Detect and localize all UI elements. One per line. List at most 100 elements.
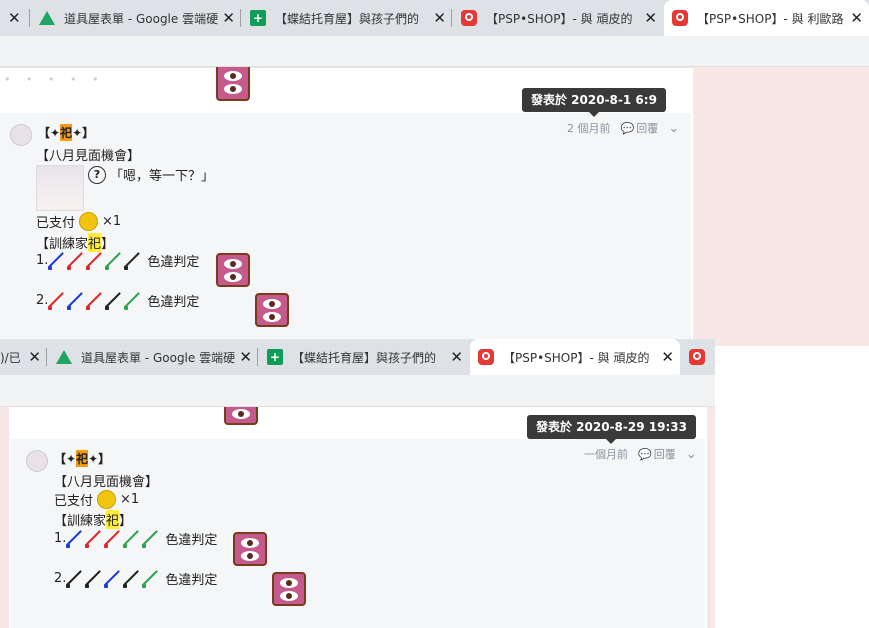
paid-count: ×1	[102, 214, 122, 229]
trainer-suffix: 】	[119, 514, 133, 529]
author-name[interactable]: 【✦ 祀 ✦】	[54, 450, 110, 467]
coin-icon	[79, 212, 99, 231]
eye-sticker	[255, 293, 290, 327]
spear-icon	[105, 292, 123, 310]
eye-sticker	[216, 253, 250, 287]
close-icon[interactable]: ✕	[28, 348, 41, 366]
reply-button[interactable]: 💬 回覆	[621, 120, 659, 136]
trainer-prefix: 【訓練家	[36, 237, 89, 252]
page-frame-right	[707, 407, 715, 628]
roll-text: 色違判定	[147, 295, 200, 310]
spear-icon	[142, 530, 160, 548]
trainer-prefix: 【訓練家	[54, 514, 107, 529]
tab-psp-shop-active[interactable]: 【PSP•SHOP】- 與 利歐路 ✕	[664, 0, 869, 36]
avatar[interactable]	[26, 450, 48, 472]
time-ago: 2 個月前	[567, 122, 611, 135]
dialogue-line: ? 「嗯，等一下？」	[88, 165, 214, 184]
chevron-down-icon[interactable]: ⌄	[686, 447, 697, 462]
tab-partial[interactable]: ✕	[0, 0, 30, 36]
dialogue-text: 「嗯，等一下？」	[110, 169, 215, 184]
paid-count: ×1	[120, 492, 140, 507]
tab-sheets[interactable]: + 【蝶結托育屋】與孩子們的 ✕	[242, 0, 452, 36]
google-sheets-icon: +	[267, 349, 283, 365]
roll-number: 1.	[54, 531, 67, 546]
trainer-mark: 祀	[88, 233, 102, 252]
tab-google-drive[interactable]: 道具屋表單 - Google 雲端硬 ✕	[31, 0, 241, 36]
roll-number: 1.	[36, 253, 49, 268]
reply-label: 回覆	[653, 448, 676, 461]
trainer-line: 【訓練家 祀】	[54, 510, 132, 529]
spear-icon	[123, 530, 141, 548]
close-icon[interactable]: ✕	[850, 9, 863, 27]
spear-icon	[124, 292, 142, 310]
avatar[interactable]	[10, 124, 32, 146]
author-mark: 祀	[76, 450, 89, 467]
bottom-screenshot: )/已 ✕ 道具屋表單 - Google 雲端硬 ✕ + 【蝶結托育屋】與孩子們…	[0, 339, 715, 628]
tab-psp-shop[interactable]	[681, 339, 715, 375]
author-prefix: 【✦	[54, 452, 77, 466]
browser-toolbar	[0, 375, 715, 407]
close-icon[interactable]: ✕	[644, 9, 657, 27]
roll-text: 色違判定	[165, 533, 218, 548]
paid-label: 已支付	[54, 494, 94, 509]
eye-sticker	[233, 532, 267, 566]
browser-toolbar	[0, 36, 869, 67]
close-icon[interactable]: ✕	[433, 9, 446, 27]
reply-button[interactable]: 💬 回覆	[638, 446, 676, 462]
event-title: 【八月見面機會】	[36, 149, 141, 164]
spear-icon	[123, 570, 141, 588]
tab-title: 道具屋表單 - Google 雲端硬	[64, 11, 219, 26]
close-icon[interactable]: ✕	[8, 9, 21, 27]
chat-icon: 💬	[620, 121, 635, 135]
trainer-line: 【訓練家 祀】	[36, 233, 114, 252]
reply-label: 回覆	[636, 122, 659, 135]
chevron-down-icon[interactable]: ⌄	[668, 121, 679, 136]
spear-icon	[86, 252, 104, 270]
google-drive-icon	[39, 11, 55, 25]
eye-sticker	[216, 67, 250, 101]
spear-icon	[104, 530, 122, 548]
post-time-tooltip: 發表於 2020-8-1 6:9	[522, 88, 666, 117]
author-mark: 祀	[60, 124, 73, 141]
comment-meta: 2 個月前 💬 回覆 ⌄	[567, 120, 679, 136]
psp-shop-icon	[672, 10, 688, 26]
author-suffix: ✦】	[72, 126, 95, 140]
roll-row: 2. 色違判定	[36, 291, 199, 310]
tab-bar: ✕ 道具屋表單 - Google 雲端硬 ✕ + 【蝶結托育屋】與孩子們的 ✕ …	[0, 0, 869, 36]
tab-title: 【蝶結托育屋】與孩子們的	[275, 11, 420, 26]
tab-sheets[interactable]: + 【蝶結托育屋】與孩子們的 ✕	[259, 339, 469, 375]
spear-icon	[142, 570, 160, 588]
tab-google-drive[interactable]: 道具屋表單 - Google 雲端硬 ✕	[48, 339, 258, 375]
tab-title: 道具屋表單 - Google 雲端硬	[81, 350, 236, 365]
page-frame-left	[0, 407, 9, 628]
close-icon[interactable]: ✕	[222, 9, 235, 27]
paid-label: 已支付	[36, 216, 76, 231]
close-icon[interactable]: ✕	[661, 348, 674, 366]
spear-icon	[85, 530, 103, 548]
spear-icon	[66, 570, 84, 588]
psp-shop-icon	[478, 349, 494, 365]
tab-partial[interactable]: )/已 ✕	[0, 339, 47, 375]
character-portrait	[36, 165, 84, 211]
time-ago: 一個月前	[584, 448, 628, 461]
roll-row: 2. 色違判定	[54, 569, 217, 588]
tab-title: 【蝶結托育屋】與孩子們的	[292, 350, 437, 365]
paid-line: 已支付 ×1	[36, 212, 121, 231]
spear-icon	[124, 252, 142, 270]
roll-number: 2.	[54, 571, 67, 586]
tab-title: 【PSP•SHOP】- 與 頑皮的	[503, 350, 650, 365]
paid-line: 已支付 ×1	[54, 490, 139, 509]
google-drive-icon	[56, 350, 72, 364]
tab-psp-shop[interactable]: 【PSP•SHOP】- 與 頑皮的 ✕	[453, 0, 663, 36]
psp-shop-icon	[461, 10, 477, 26]
tab-title: 【PSP•SHOP】- 與 利歐路	[697, 11, 844, 26]
top-screenshot: ✕ 道具屋表單 - Google 雲端硬 ✕ + 【蝶結托育屋】與孩子們的 ✕ …	[0, 0, 869, 346]
author-name[interactable]: 【✦ 祀 ✦】	[38, 124, 94, 141]
close-icon[interactable]: ✕	[239, 348, 252, 366]
roll-text: 色違判定	[165, 573, 218, 588]
close-icon[interactable]: ✕	[450, 348, 463, 366]
spear-icon	[67, 292, 85, 310]
tab-title: 【PSP•SHOP】- 與 頑皮的	[486, 11, 633, 26]
tab-psp-shop-active[interactable]: 【PSP•SHOP】- 與 頑皮的 ✕	[470, 339, 680, 375]
psp-shop-icon	[689, 349, 705, 365]
